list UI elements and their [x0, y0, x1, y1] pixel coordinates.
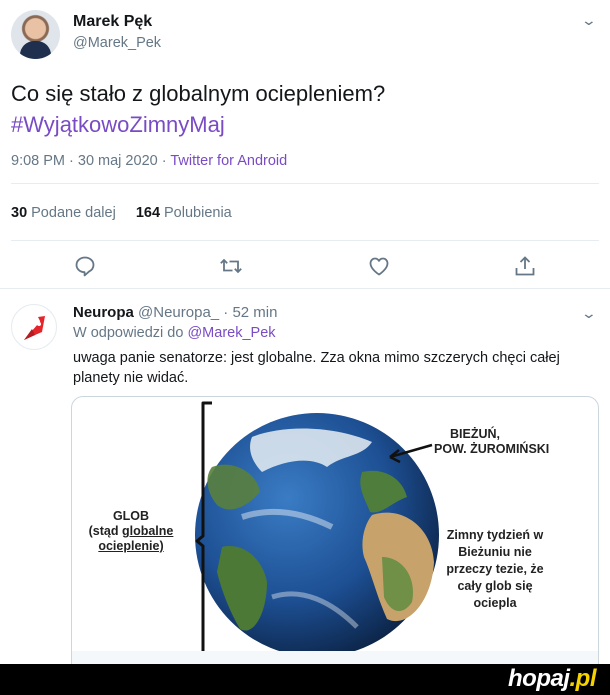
watermark-brand: hopaj: [508, 665, 570, 692]
watermark-suffix: .pl: [569, 665, 597, 692]
reply-text: uwaga panie senatorze: jest globalne. Zz…: [73, 350, 560, 386]
reply-tweet: Neuropa @Neuropa_ · 52 min ⌄ W odpowiedz…: [0, 290, 610, 686]
retweets-stat[interactable]: 30 Podane dalej: [11, 205, 116, 221]
hashtag-link[interactable]: #WyjątkowoZimnyMaj: [11, 109, 385, 140]
author-handle[interactable]: @Marek_Pek: [73, 35, 161, 51]
action-bar: [0, 254, 610, 278]
tweet-stats: 30 Podane dalej 164 Polubienia: [11, 205, 232, 221]
reply-author-handle: @Neuropa_: [138, 304, 220, 321]
watermark-bar: hopaj.pl: [0, 664, 610, 695]
tweet-text: Co się stało z globalnym ociepleniem? #W…: [11, 78, 385, 140]
author-name[interactable]: Marek Pęk: [73, 13, 152, 31]
retweets-label: Podane dalej: [31, 205, 116, 221]
label-glob-ocieplenie: ocieplenie): [98, 539, 164, 553]
label-glob-sub1: (stąd: [88, 524, 122, 538]
chevron-down-icon[interactable]: ⌄: [581, 305, 597, 322]
reply-prefix: W odpowiedzi do: [73, 325, 188, 341]
label-glob-title: GLOB: [112, 509, 150, 523]
author-avatar[interactable]: [11, 10, 60, 59]
likes-label: Polubienia: [164, 205, 232, 221]
media-card[interactable]: GLOB (stąd globalne ocieplenie) BIEŻUŃ, …: [71, 396, 599, 686]
divider: [0, 288, 610, 289]
label-glob-sub2: ocieplenie): [77, 539, 185, 554]
reply-to-link[interactable]: @Marek_Pek: [187, 325, 275, 341]
reply-context: W odpowiedzi do @Marek_Pek: [73, 325, 276, 341]
label-glob-sub: (stąd globalne: [77, 524, 185, 539]
reply-author[interactable]: Neuropa @Neuropa_ · 52 min: [73, 304, 277, 321]
reply-time: · 52 min: [219, 304, 278, 321]
neuropa-avatar[interactable]: [11, 304, 57, 350]
divider: [11, 183, 599, 184]
reply-author-name: Neuropa: [73, 304, 134, 321]
share-icon[interactable]: [513, 254, 537, 278]
likes-count: 164: [135, 205, 161, 221]
rocket-logo-icon: [24, 316, 45, 340]
divider: [11, 240, 599, 241]
watermark-logo: hopaj.pl: [508, 665, 596, 693]
label-glob: GLOB (stąd globalne ocieplenie): [77, 509, 185, 554]
label-place-line2: POW. ŻUROMIŃSKI: [434, 442, 550, 456]
label-glob-underlined: globalne: [121, 524, 174, 538]
tweet-meta: 9:08 PM · 30 maj 2020 · Twitter for Andr…: [11, 153, 287, 169]
like-icon[interactable]: [367, 254, 391, 278]
label-note: Zimny tydzień w Bieżuniu nie przeczy tez…: [446, 528, 544, 610]
reply-icon[interactable]: [73, 254, 97, 278]
label-place: BIEŻUŃ, POW. ŻUROMIŃSKI: [434, 427, 598, 457]
retweet-icon[interactable]: [219, 254, 243, 278]
likes-stat[interactable]: 164 Polubienia: [136, 205, 232, 221]
label-place-line1: BIEŻUŃ,: [450, 427, 500, 441]
tweet-timestamp[interactable]: 9:08 PM · 30 maj 2020 ·: [11, 153, 170, 169]
retweets-count: 30: [11, 205, 28, 221]
chevron-down-icon[interactable]: ⌄: [581, 12, 597, 29]
tweet-text-line: Co się stało z globalnym ociepleniem?: [11, 81, 386, 106]
tweet-source[interactable]: Twitter for Android: [170, 153, 287, 169]
